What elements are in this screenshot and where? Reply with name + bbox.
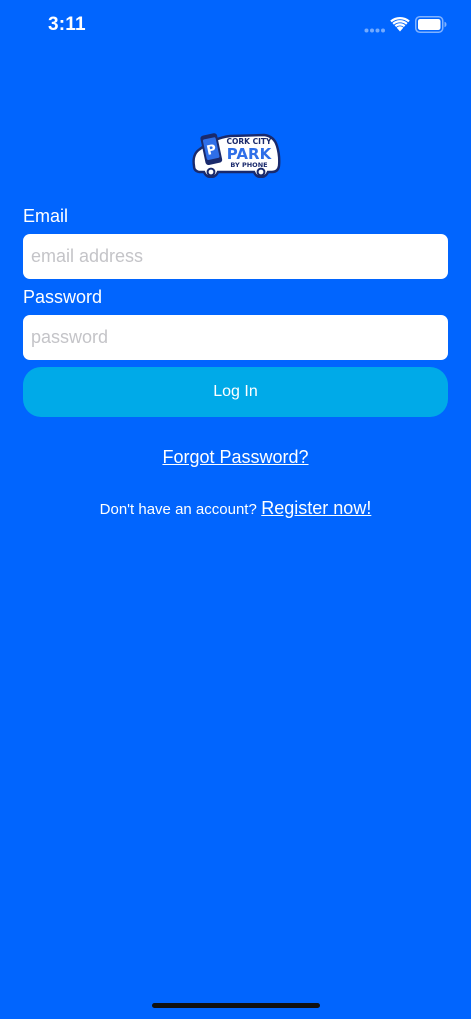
status-time: 3:11 [48, 14, 86, 35]
register-row: Don't have an account? Register now! [0, 498, 471, 519]
password-label: Password [23, 287, 103, 307]
password-input[interactable] [23, 315, 448, 360]
cellular-signal-icon [364, 28, 385, 33]
cork-city-park-by-phone-logo: P CORK CITY PARK BY PHONE [192, 133, 281, 178]
battery-icon [415, 16, 447, 33]
register-prompt: Don't have an account? [99, 501, 257, 518]
email-input[interactable] [23, 234, 448, 279]
register-now-link[interactable]: Register now! [261, 498, 371, 518]
forgot-password-link[interactable]: Forgot Password? [0, 447, 471, 468]
home-indicator[interactable] [152, 1003, 320, 1008]
wifi-icon [390, 16, 410, 32]
login-button[interactable]: Log In [23, 367, 448, 417]
email-label: Email [23, 206, 69, 226]
status-bar: 3:11 [0, 0, 471, 52]
logo-line-3: BY PHONE [230, 161, 267, 169]
